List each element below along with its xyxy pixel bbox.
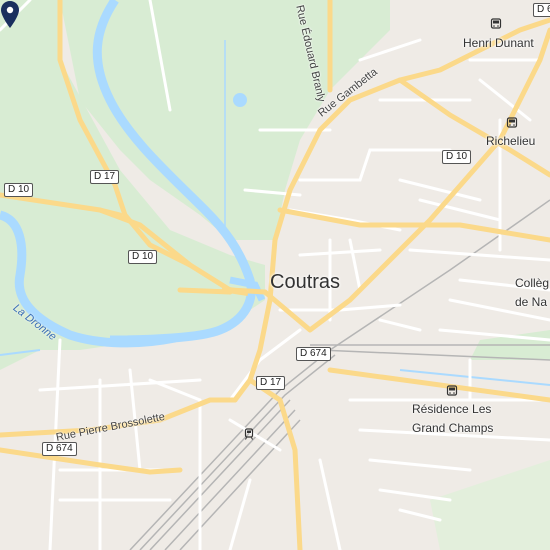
bus-icon[interactable] [490, 18, 502, 30]
road-shield-d17: D 17 [90, 170, 120, 184]
road-shield-d674: D 674 [42, 442, 77, 456]
location-pin-icon[interactable] [0, 0, 20, 30]
bus-icon[interactable] [506, 117, 518, 129]
poi-label-line2: de Na [515, 295, 548, 309]
bus-stop-label: Résidence Les [412, 402, 492, 416]
poi-label: Collèg [515, 276, 550, 290]
map-canvas[interactable]: D 10 D 17 D 10 D 10 D 674 D 17 D 674 D 6… [0, 0, 550, 550]
road-shield-d17: D 17 [256, 376, 286, 390]
bus-icon[interactable] [446, 385, 458, 397]
pond [233, 93, 247, 107]
bus-stop-label: Henri Dunant [463, 36, 534, 50]
bus-stop-label: Richelieu [486, 134, 536, 148]
road-d10-east [397, 77, 550, 178]
bridge [221, 286, 249, 296]
city-label: Coutras [270, 271, 341, 293]
road-shield-d674: D 674 [296, 347, 331, 361]
train-icon[interactable] [243, 428, 255, 440]
road-shield-d10: D 10 [442, 150, 472, 164]
road-shield-d10: D 10 [128, 250, 158, 264]
road-shield-d10: D 10 [4, 183, 34, 197]
road-shield-d6: D 6 [533, 3, 550, 17]
bus-stop-label-line2: Grand Champs [412, 421, 494, 435]
field-south [430, 460, 550, 550]
